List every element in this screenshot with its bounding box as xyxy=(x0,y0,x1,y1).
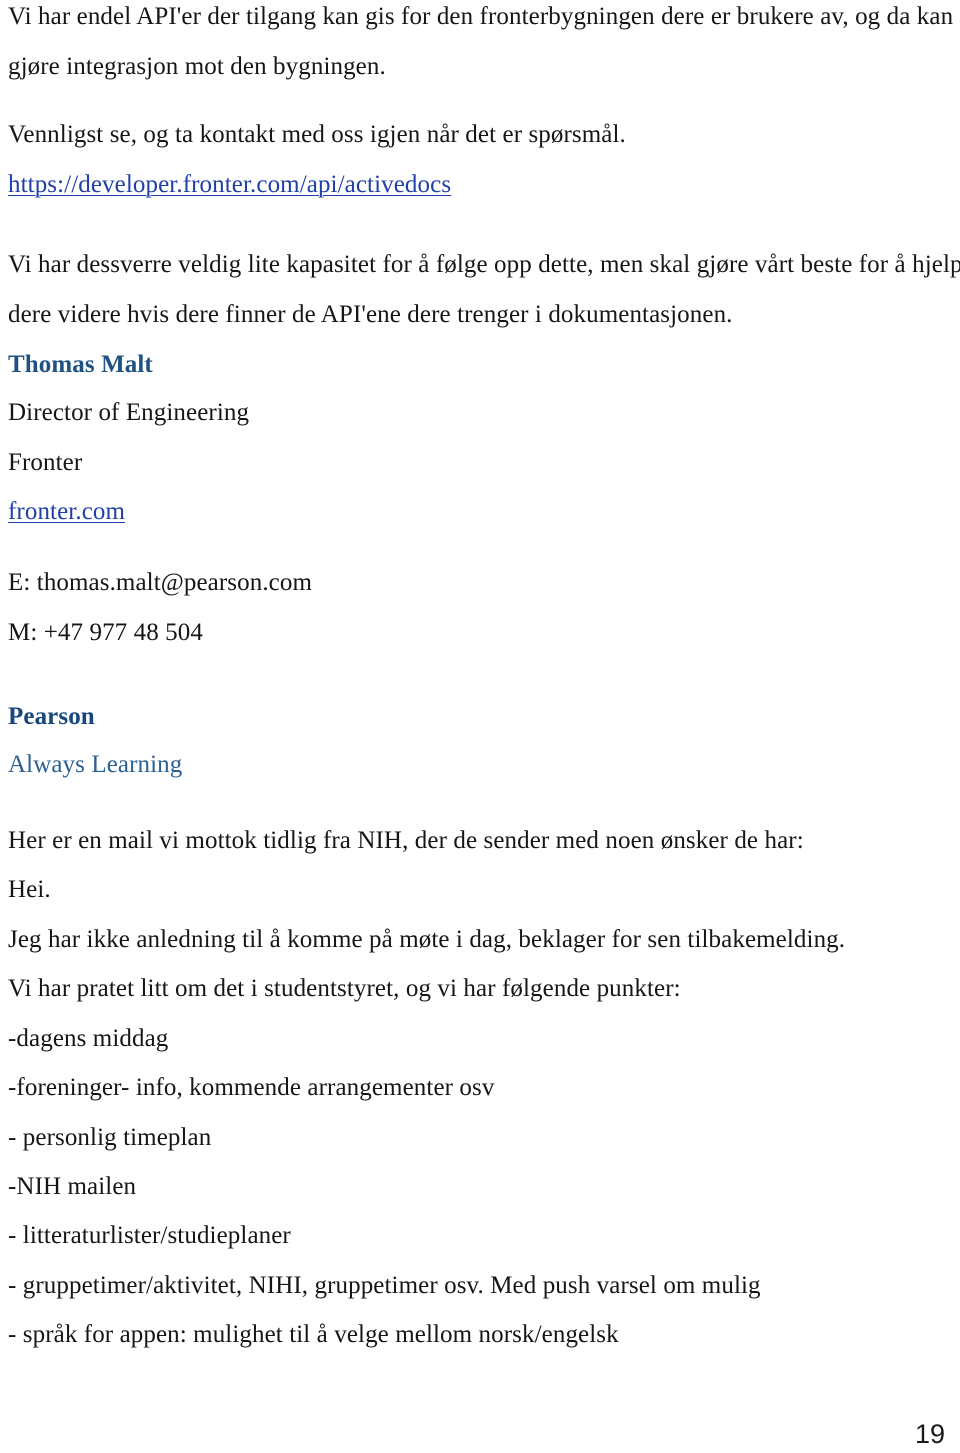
list-item: -NIH mailen xyxy=(8,1173,137,1200)
list-item: - gruppetimer/aktivitet, NIHI, gruppetim… xyxy=(8,1272,761,1299)
paragraph-3-line-1: Vi har dessverre veldig lite kapasitet f… xyxy=(8,251,960,278)
forwarded-email-greeting: Hei. xyxy=(8,876,51,903)
list-item: -dagens middag xyxy=(8,1025,169,1052)
page-number: 19 xyxy=(914,1419,945,1449)
paragraph-2-line-1: Vennligst se, og ta kontakt med oss igje… xyxy=(8,121,626,148)
pearson-tagline: Always Learning xyxy=(8,751,183,778)
signature-name: Thomas Malt xyxy=(8,351,153,378)
document-page: Vi har endel API'er der tilgang kan gis … xyxy=(0,0,960,1453)
forwarded-email-intro: Her er en mail vi mottok tidlig fra NIH,… xyxy=(8,827,804,854)
signature-website-row: fronter.com xyxy=(8,497,125,527)
list-item: - litteraturlister/studieplaner xyxy=(8,1222,291,1249)
forwarded-email-paragraph-1: Jeg har ikke anledning til å komme på mø… xyxy=(8,926,846,953)
signature-mobile: M: +47 977 48 504 xyxy=(8,619,203,646)
list-item: - språk for appen: mulighet til å velge … xyxy=(8,1321,619,1348)
forwarded-email-paragraph-2: Vi har pratet litt om det i studentstyre… xyxy=(8,975,681,1002)
paragraph-1-line-1: Vi har endel API'er der tilgang kan gis … xyxy=(8,3,960,30)
pearson-brand: Pearson xyxy=(8,703,95,730)
developer-docs-link[interactable]: https://developer.fronter.com/api/active… xyxy=(8,171,451,198)
developer-docs-link-row: https://developer.fronter.com/api/active… xyxy=(8,170,451,200)
list-item: -foreninger- info, kommende arrangemente… xyxy=(8,1074,495,1101)
list-item: - personlig timeplan xyxy=(8,1124,212,1151)
signature-email: E: thomas.malt@pearson.com xyxy=(8,569,313,596)
signature-company: Fronter xyxy=(8,449,83,476)
paragraph-1-line-2: gjøre integrasjon mot den bygningen. xyxy=(8,53,386,80)
signature-title: Director of Engineering xyxy=(8,399,250,426)
fronter-website-link[interactable]: fronter.com xyxy=(8,498,125,525)
paragraph-3-line-2: dere videre hvis dere finner de API'ene … xyxy=(8,301,733,328)
